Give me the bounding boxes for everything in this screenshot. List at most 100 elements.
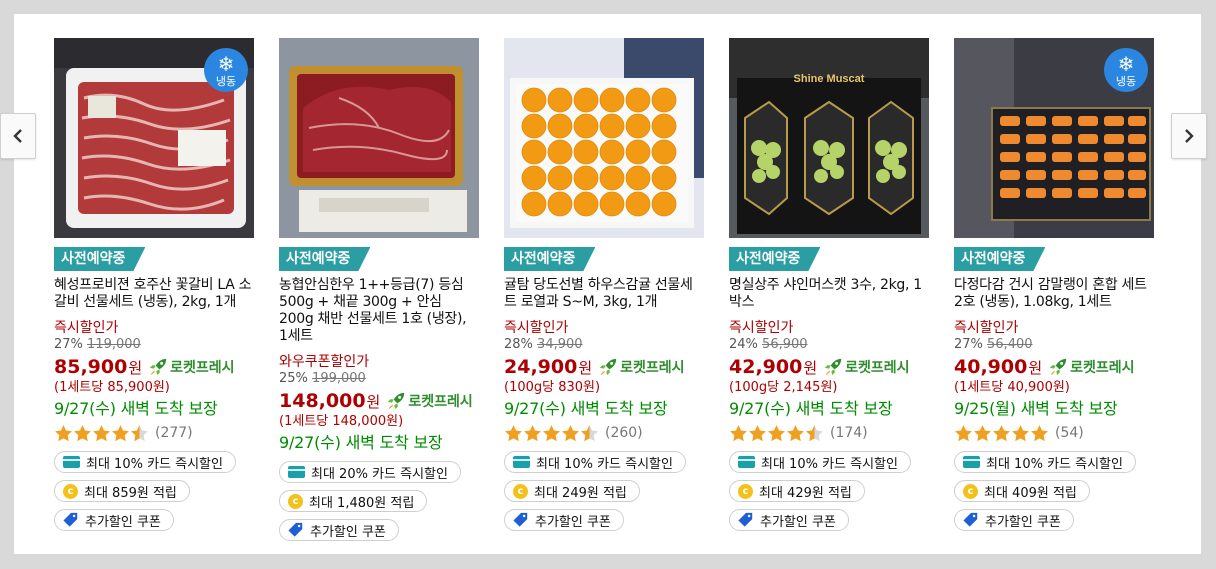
unit-price: (100g당 2,145원) bbox=[729, 380, 838, 395]
discount-rate: 28% bbox=[504, 337, 533, 352]
product-card[interactable]: 사전예약중 농협안심한우 1++등급(7) 등심 500g + 채끝 300g … bbox=[279, 38, 489, 542]
cashback-chip[interactable]: c 최대 249원 적립 bbox=[504, 480, 640, 502]
star-icon bbox=[561, 424, 580, 443]
discount-line: 27% 119,000 bbox=[54, 337, 264, 353]
preorder-badge: 사전예약중 bbox=[279, 247, 370, 271]
currency: 원 bbox=[366, 392, 381, 411]
snowflake-icon: ❄ bbox=[217, 52, 235, 76]
coin-icon: c bbox=[63, 483, 78, 499]
image-label: Shine Muscat bbox=[794, 73, 865, 85]
coupon-chip[interactable]: 추가할인 쿠폰 bbox=[54, 509, 174, 531]
sale-price: 24,900 bbox=[504, 356, 578, 378]
coupon-chip[interactable]: 추가할인 쿠폰 bbox=[954, 509, 1074, 531]
star-rating bbox=[729, 424, 824, 443]
product-card[interactable]: 사전예약중 귤탐 당도선별 하우스감귤 선물세트 로열과 S~M, 3kg, 1… bbox=[504, 38, 714, 532]
rating: (174) bbox=[729, 422, 939, 444]
rocket-fresh-badge: 로켓프레시 bbox=[823, 357, 910, 377]
card-discount-chip[interactable]: 최대 10% 카드 즉시할인 bbox=[54, 451, 236, 473]
coin-icon: c bbox=[288, 493, 303, 509]
product-image[interactable]: Shine Muscat bbox=[729, 38, 929, 238]
product-name[interactable]: 귤탐 당도선별 하우스감귤 선물세트 로열과 S~M, 3kg, 1개 bbox=[504, 277, 704, 311]
price-row: 24,900 원 로켓프레시 bbox=[504, 355, 714, 379]
review-count: (260) bbox=[605, 425, 643, 441]
preorder-badge: 사전예약중 bbox=[954, 247, 1045, 271]
product-image[interactable] bbox=[504, 38, 704, 238]
product-image[interactable]: ❄ 냉동 bbox=[954, 38, 1154, 238]
delivery-guarantee: 9/25(월) 새벽 도착 보장 bbox=[954, 399, 1118, 418]
cashback-chip[interactable]: c 최대 409원 적립 bbox=[954, 480, 1090, 502]
star-icon bbox=[748, 424, 767, 443]
price-row: 42,900 원 로켓프레시 bbox=[729, 355, 939, 379]
rocket-icon bbox=[386, 391, 406, 411]
currency: 원 bbox=[1028, 358, 1043, 377]
star-icon bbox=[1011, 424, 1030, 443]
promo-label: 즉시할인가 bbox=[954, 320, 1019, 336]
review-count: (54) bbox=[1055, 425, 1084, 441]
star-icon bbox=[523, 424, 542, 443]
cashback-chip[interactable]: c 최대 859원 적립 bbox=[54, 480, 190, 502]
discount-line: 28% 34,900 bbox=[504, 337, 714, 353]
product-image[interactable]: ❄ 냉동 bbox=[54, 38, 254, 238]
cashback-chip[interactable]: c 최대 1,480원 적립 bbox=[279, 490, 428, 512]
preorder-badge: 사전예약중 bbox=[504, 247, 595, 271]
delivery-guarantee: 9/27(수) 새벽 도착 보장 bbox=[279, 433, 443, 452]
review-count: (277) bbox=[155, 425, 193, 441]
discount-line: 27% 56,400 bbox=[954, 337, 1164, 353]
coupon-chip[interactable]: 추가할인 쿠폰 bbox=[504, 509, 624, 531]
unit-price: (1세트당 40,900원) bbox=[954, 380, 1070, 395]
coupon-tag-icon bbox=[63, 512, 79, 528]
star-icon bbox=[729, 424, 748, 443]
promo-label: 즉시할인가 bbox=[504, 320, 569, 336]
card-discount-chip[interactable]: 최대 10% 카드 즉시할인 bbox=[954, 451, 1136, 473]
promo-label: 즉시할인가 bbox=[729, 320, 794, 336]
star-rating bbox=[54, 424, 149, 443]
star-icon bbox=[92, 424, 111, 443]
sale-price: 42,900 bbox=[729, 356, 803, 378]
coupon-chip[interactable]: 추가할인 쿠폰 bbox=[279, 519, 399, 541]
cashback-chip[interactable]: c 최대 429원 적립 bbox=[729, 480, 865, 502]
star-icon bbox=[54, 424, 73, 443]
unit-price: (100g당 830원) bbox=[504, 380, 601, 395]
product-card[interactable]: ❄ 냉동 사전예약중 다정다감 건시 감말랭이 혼합 세트 2호 (냉동), 1… bbox=[954, 38, 1164, 532]
discount-line: 25% 199,000 bbox=[279, 371, 489, 387]
rating: (277) bbox=[54, 422, 264, 444]
original-price: 199,000 bbox=[312, 371, 366, 386]
credit-card-icon bbox=[513, 456, 530, 468]
credit-card-icon bbox=[963, 456, 980, 468]
product-image[interactable] bbox=[279, 38, 479, 238]
coin-icon: c bbox=[513, 483, 528, 499]
coupon-tag-icon bbox=[513, 512, 529, 528]
card-discount-chip[interactable]: 최대 20% 카드 즉시할인 bbox=[279, 461, 461, 483]
product-name[interactable]: 농협안심한우 1++등급(7) 등심 500g + 채끝 300g + 안심 2… bbox=[279, 277, 479, 345]
discount-rate: 25% bbox=[279, 371, 308, 386]
coupon-chip[interactable]: 추가할인 쿠폰 bbox=[729, 509, 849, 531]
rocket-icon bbox=[148, 357, 168, 377]
card-discount-chip[interactable]: 최대 10% 카드 즉시할인 bbox=[729, 451, 911, 473]
currency: 원 bbox=[128, 358, 143, 377]
product-name[interactable]: 혜성프로비젼 호주산 꽃갈비 LA 소갈비 선물세트 (냉동), 2kg, 1개 bbox=[54, 277, 254, 311]
preorder-badge: 사전예약중 bbox=[54, 247, 145, 271]
star-icon bbox=[111, 424, 130, 443]
product-carousel: ❄ 냉동 사전예약중 혜성프로비젼 호주산 꽃갈비 LA 소갈비 선물세트 (냉… bbox=[14, 14, 1201, 554]
sale-price: 40,900 bbox=[954, 356, 1028, 378]
discount-line: 24% 56,900 bbox=[729, 337, 939, 353]
rocket-icon bbox=[598, 357, 618, 377]
review-count: (174) bbox=[830, 425, 868, 441]
product-name[interactable]: 명실상주 샤인머스캣 3수, 2kg, 1박스 bbox=[729, 277, 929, 311]
product-card[interactable]: Shine Muscat 사전예약중 명실상주 샤인머스캣 3수, 2kg, 1… bbox=[729, 38, 939, 532]
star-icon bbox=[992, 424, 1011, 443]
original-price: 56,400 bbox=[987, 337, 1033, 352]
carousel-prev-button[interactable] bbox=[0, 113, 36, 159]
product-card[interactable]: ❄ 냉동 사전예약중 혜성프로비젼 호주산 꽃갈비 LA 소갈비 선물세트 (냉… bbox=[54, 38, 264, 532]
coin-icon: c bbox=[738, 483, 753, 499]
star-half-icon bbox=[580, 424, 599, 443]
rating: (54) bbox=[954, 422, 1164, 444]
card-discount-chip[interactable]: 최대 10% 카드 즉시할인 bbox=[504, 451, 686, 473]
carousel-next-button[interactable] bbox=[1171, 113, 1207, 159]
star-icon bbox=[767, 424, 786, 443]
product-name[interactable]: 다정다감 건시 감말랭이 혼합 세트 2호 (냉동), 1.08kg, 1세트 bbox=[954, 277, 1154, 311]
star-icon bbox=[954, 424, 973, 443]
credit-card-icon bbox=[63, 456, 80, 468]
star-icon bbox=[786, 424, 805, 443]
original-price: 119,000 bbox=[87, 337, 141, 352]
